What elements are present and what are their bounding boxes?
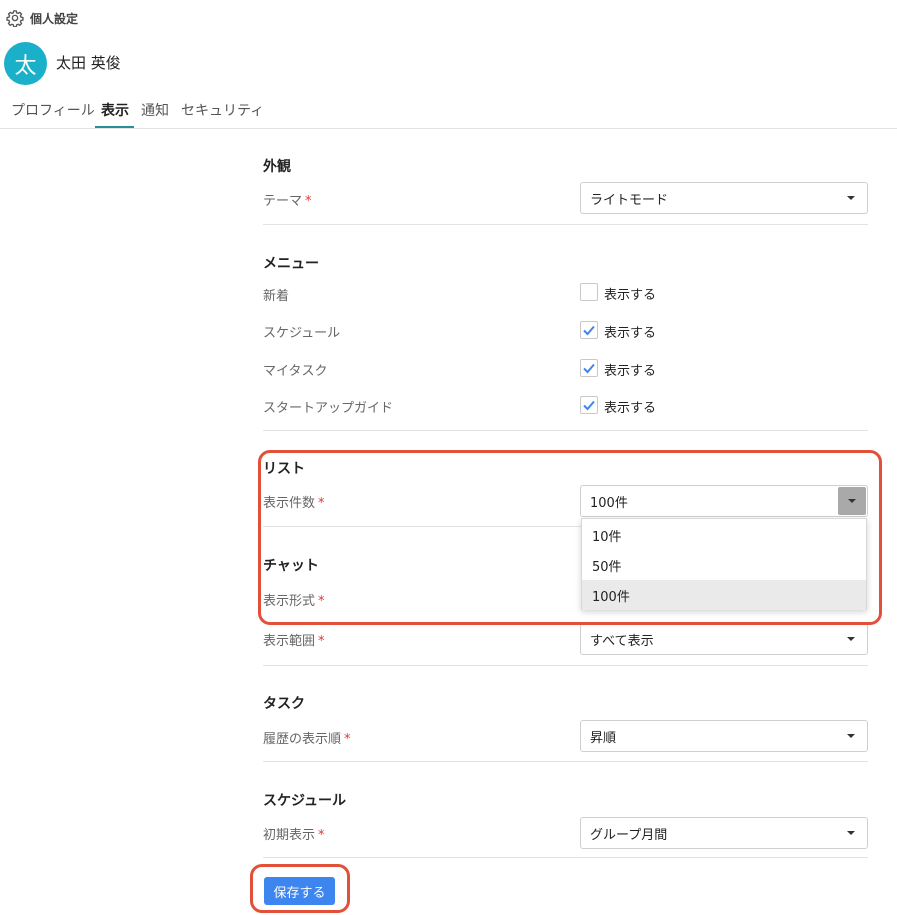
active-tab-underline	[95, 126, 134, 128]
gear-icon	[6, 10, 24, 27]
chevron-down-icon	[847, 196, 855, 200]
chevron-down-icon	[847, 637, 855, 641]
task-history-select[interactable]: 昇順	[580, 720, 868, 752]
divider	[263, 665, 868, 666]
menu-mytask-checkbox-label: 表示する	[604, 364, 657, 379]
required-mark: *	[318, 634, 325, 649]
theme-select-value: ライトモード	[590, 192, 669, 208]
task-history-label-text: 履歴の表示順	[263, 732, 342, 747]
user-name: 太田 英俊	[56, 54, 121, 72]
required-mark: *	[344, 732, 351, 747]
schedule-initial-select[interactable]: グループ月間	[580, 817, 868, 849]
divider	[263, 430, 868, 431]
avatar-initial: 太	[14, 53, 37, 79]
tab-bar: プロフィール 表示 通知 セキュリティ	[0, 92, 897, 129]
section-title-schedule: スケジュール	[263, 793, 347, 809]
schedule-initial-label-text: 初期表示	[263, 828, 316, 843]
tab-display[interactable]: 表示	[101, 100, 129, 120]
menu-schedule-checkbox-label: 表示する	[604, 326, 657, 341]
theme-label: テーマ *	[263, 190, 312, 209]
theme-select[interactable]: ライトモード	[580, 182, 868, 214]
menu-item-label-mytask: マイタスク	[263, 364, 328, 379]
page-title: 個人設定	[30, 11, 79, 26]
theme-label-text: テーマ	[263, 194, 303, 209]
section-title-task: タスク	[263, 696, 305, 712]
menu-schedule-checkbox[interactable]	[580, 321, 598, 339]
avatar: 太	[4, 42, 47, 85]
tab-notifications[interactable]: 通知	[141, 100, 169, 120]
tab-profile[interactable]: プロフィール	[11, 100, 95, 120]
schedule-initial-select-value: グループ月間	[590, 827, 668, 843]
task-history-label: 履歴の表示順 *	[263, 728, 351, 747]
checkmark-icon	[583, 363, 595, 374]
required-mark: *	[318, 828, 325, 843]
tab-security[interactable]: セキュリティ	[181, 100, 264, 120]
chat-range-select-value: すべて表示	[590, 633, 654, 649]
menu-startup-guide-checkbox-label: 表示する	[604, 401, 657, 416]
checkmark-icon	[583, 400, 595, 411]
menu-item-label-new: 新着	[263, 289, 290, 304]
chevron-down-icon	[847, 831, 855, 835]
divider	[263, 857, 868, 858]
section-title-appearance: 外観	[263, 159, 291, 175]
divider	[263, 761, 868, 762]
task-history-select-value: 昇順	[590, 730, 617, 746]
menu-item-label-schedule: スケジュール	[263, 326, 341, 341]
chat-range-select[interactable]: すべて表示	[580, 623, 868, 655]
checkmark-icon	[583, 325, 595, 336]
page-header: 個人設定	[6, 8, 78, 28]
menu-mytask-checkbox[interactable]	[580, 359, 598, 377]
chat-range-label: 表示範囲 *	[263, 630, 325, 649]
menu-new-checkbox-label: 表示する	[604, 288, 657, 303]
menu-item-label-startup-guide: スタートアップガイド	[263, 401, 394, 416]
menu-startup-guide-checkbox[interactable]	[580, 396, 598, 414]
highlight-frame-save	[250, 864, 350, 913]
chevron-down-icon	[847, 734, 855, 738]
chat-range-label-text: 表示範囲	[263, 634, 316, 649]
menu-new-checkbox[interactable]	[580, 283, 598, 301]
divider	[263, 224, 868, 225]
required-mark: *	[305, 194, 312, 209]
schedule-initial-label: 初期表示 *	[263, 824, 325, 843]
highlight-frame-list	[258, 450, 882, 625]
section-title-menu: メニュー	[263, 256, 319, 272]
